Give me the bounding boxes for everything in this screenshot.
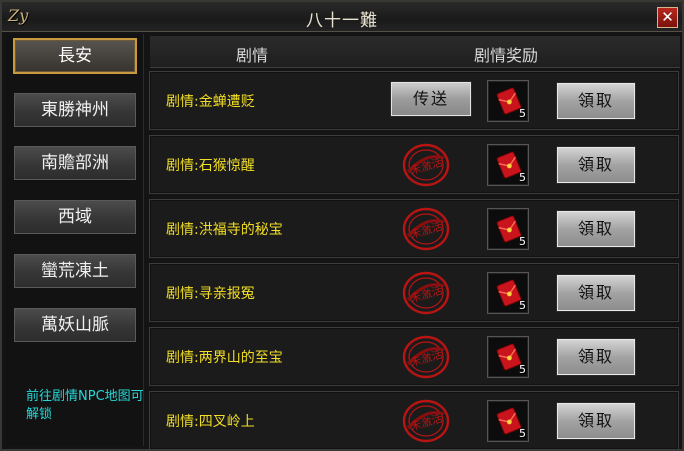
reward-quantity: 5 [519, 427, 526, 440]
red-envelope-icon [496, 215, 522, 243]
teleport-button[interactable]: 传送 [390, 81, 472, 117]
region-tab-nanzhan[interactable]: 南贍部洲 [13, 145, 137, 181]
unlock-hint: 前往剧情NPC地图可解锁 [26, 389, 144, 422]
story-name: 剧情:石猴惊醒 [166, 158, 255, 174]
reward-slot[interactable]: 5 [487, 400, 529, 442]
red-envelope-icon [496, 407, 522, 435]
reward-slot[interactable]: 5 [487, 336, 529, 378]
reward-slot[interactable]: 5 [487, 144, 529, 186]
claim-button[interactable]: 領取 [556, 402, 636, 440]
reward-quantity: 5 [519, 299, 526, 312]
close-button[interactable]: ✕ [657, 7, 678, 28]
close-icon: ✕ [661, 8, 674, 26]
story-name: 剧情:寻亲报冤 [166, 286, 255, 302]
story-row: 剧情:金蝉遭贬 传送 5 領取 [149, 71, 679, 130]
story-row: 剧情:四叉岭上 未激活 5 領取 [149, 391, 679, 450]
story-row: 剧情:两界山的至宝 未激活 5 領取 [149, 327, 679, 386]
red-envelope-icon [496, 343, 522, 371]
column-header-story: 剧情 [236, 46, 269, 65]
reward-quantity: 5 [519, 235, 526, 248]
locked-stamp-icon: 未激活 [402, 143, 450, 187]
locked-stamp-icon: 未激活 [402, 271, 450, 315]
reward-quantity: 5 [519, 107, 526, 120]
region-tab-xiyu[interactable]: 西域 [13, 199, 137, 235]
claim-button[interactable]: 領取 [556, 210, 636, 248]
region-sidebar: 長安 東勝神州 南贍部洲 西域 蠻荒凍土 萬妖山脈 前往剧情NPC地图可解锁 [6, 34, 144, 446]
claim-button[interactable]: 領取 [556, 274, 636, 312]
story-name: 剧情:洪福寺的秘宝 [166, 222, 283, 238]
region-tab-manhuang[interactable]: 蠻荒凍土 [13, 253, 137, 289]
claim-button[interactable]: 領取 [556, 338, 636, 376]
story-row: 剧情:石猴惊醒 未激活 5 領取 [149, 135, 679, 194]
reward-quantity: 5 [519, 363, 526, 376]
region-tab-wanyao[interactable]: 萬妖山脈 [13, 307, 137, 343]
story-name: 剧情:金蝉遭贬 [166, 94, 255, 110]
claim-button[interactable]: 領取 [556, 146, 636, 184]
region-tab-changan[interactable]: 長安 [13, 38, 137, 74]
story-name: 剧情:两界山的至宝 [166, 350, 283, 366]
locked-stamp-icon: 未激活 [402, 335, 450, 379]
window-title: 八十一難 [306, 11, 378, 31]
locked-stamp-icon: 未激活 [402, 399, 450, 443]
region-tab-dongsheng[interactable]: 東勝神州 [13, 92, 137, 128]
reward-quantity: 5 [519, 171, 526, 184]
column-header-reward: 剧情奖励 [474, 46, 539, 65]
reward-slot[interactable]: 5 [487, 272, 529, 314]
title-bar[interactable]: Zy 八十一難 ✕ [2, 2, 682, 32]
story-row: 剧情:洪福寺的秘宝 未激活 5 領取 [149, 199, 679, 258]
story-window: Zy 八十一難 ✕ 長安 東勝神州 南贍部洲 西域 蠻荒凍土 萬妖山脈 前往剧情… [0, 0, 684, 451]
table-header: 剧情 剧情奖励 [150, 36, 680, 68]
story-row: 剧情:寻亲报冤 未激活 5 領取 [149, 263, 679, 322]
story-name: 剧情:四叉岭上 [166, 414, 255, 430]
red-envelope-icon [496, 87, 522, 115]
red-envelope-icon [496, 151, 522, 179]
locked-stamp-icon: 未激活 [402, 207, 450, 251]
reward-slot[interactable]: 5 [487, 208, 529, 250]
claim-button[interactable]: 領取 [556, 82, 636, 120]
reward-slot[interactable]: 5 [487, 80, 529, 122]
red-envelope-icon [496, 279, 522, 307]
